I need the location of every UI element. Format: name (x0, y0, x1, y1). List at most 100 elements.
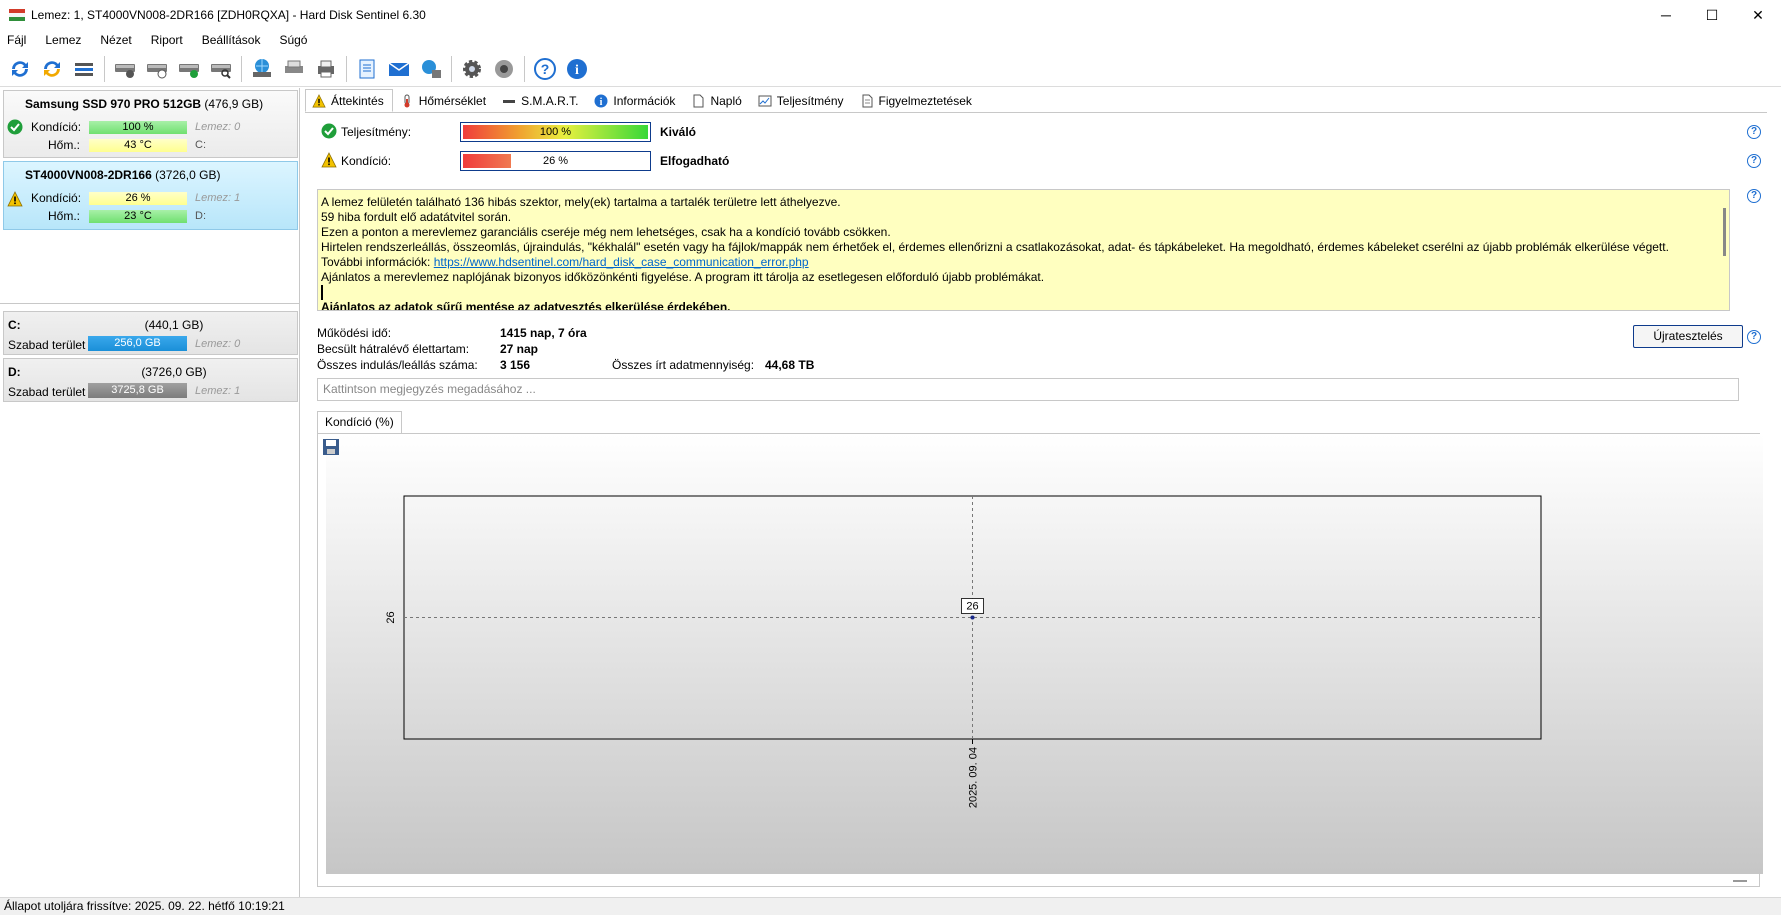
chart-plot: 26 2025. 09. 04 26 (385, 495, 1542, 808)
data-label: 26 (966, 601, 978, 613)
disk-search-icon[interactable] (207, 55, 235, 83)
status-bar: Állapot utoljára frissítve: 2025. 09. 22… (0, 897, 1781, 915)
menu-file[interactable]: Fájl (4, 33, 34, 47)
retest-button[interactable]: Újratesztelés (1633, 325, 1743, 348)
disk-card-1[interactable]: ST4000VN008-2DR166 (3726,0 GB) Kondíció:… (3, 161, 298, 230)
disk-name: Samsung SSD 970 PRO 512GB (476,9 GB) (25, 97, 264, 111)
disk-schedule-icon[interactable] (143, 55, 171, 83)
more-info-link[interactable]: https://www.hdsentinel.com/hard_disk_cas… (434, 255, 809, 269)
volume-size: (3726,0 GB) (141, 365, 207, 379)
network-icon[interactable] (417, 55, 445, 83)
condition-value: 26 % (542, 155, 569, 167)
condition-rating: Elfogadható (660, 154, 730, 168)
temp-bar: 43 °C (89, 138, 187, 152)
tab-temperature[interactable]: Hőmérséklet (393, 89, 495, 112)
menu-view[interactable]: Nézet (97, 33, 139, 47)
mail-icon[interactable] (385, 55, 413, 83)
menu-disk[interactable]: Lemez (42, 33, 89, 47)
title-bar: Lemez: 1, ST4000VN008-2DR166 [ZDH0RQXA] … (0, 0, 1781, 30)
volume-card-d[interactable]: D: (3726,0 GB) Szabad terület 3725,8 GB … (3, 358, 298, 402)
volume-name: C: (8, 318, 21, 332)
free-space-label: Szabad terület (8, 338, 86, 352)
resize-grip[interactable] (1733, 880, 1747, 882)
help-icon[interactable]: ? (1747, 189, 1761, 203)
volume-card-c[interactable]: C: (440,1 GB) Szabad terület 256,0 GB Le… (3, 311, 298, 355)
tab-alerts[interactable]: Figyelmeztetések (853, 89, 981, 112)
refresh-all-icon[interactable] (38, 55, 66, 83)
temp-label: Hőm.: (48, 138, 81, 152)
disk-ok-icon[interactable] (175, 55, 203, 83)
globe-disk-icon[interactable] (248, 55, 276, 83)
window-title: Lemez: 1, ST4000VN008-2DR166 [ZDH0RQXA] … (31, 8, 426, 22)
disk-test-icon[interactable] (111, 55, 139, 83)
tab-log[interactable]: Napló (684, 89, 750, 112)
starts-value: 3 156 (500, 358, 531, 372)
condition-label: Kondíció: (341, 154, 392, 168)
speaker-icon[interactable] (490, 55, 518, 83)
menu-report[interactable]: Riport (148, 33, 191, 47)
overview-panel: Teljesítmény: 100 % Kiváló Kondíció: 26 … (305, 112, 1767, 897)
condition-label: Kondíció: (31, 191, 82, 205)
more-info: További információk: https://www.hdsenti… (321, 255, 809, 269)
thermometer-icon (400, 94, 414, 108)
text-cursor (321, 285, 323, 300)
warning-icon (321, 152, 337, 171)
condition-bar: 100 % (89, 120, 187, 134)
starts-label: Összes indulás/leállás száma: (317, 358, 478, 372)
tab-overview[interactable]: Áttekintés (305, 89, 393, 112)
tab-performance[interactable]: Teljesítmény (751, 89, 853, 112)
lifetime-value: 27 nap (500, 342, 539, 356)
disk-name: ST4000VN008-2DR166 (3726,0 GB) (25, 168, 221, 182)
x-tick-label: 2025. 09. 04 (968, 747, 980, 808)
free-space-bar: 3725,8 GB (88, 383, 187, 398)
free-space-bar: 256,0 GB (88, 336, 187, 351)
help-icon[interactable]: ? (1747, 125, 1761, 139)
document-icon (691, 94, 705, 108)
print-icon[interactable] (312, 55, 340, 83)
volume-size: (440,1 GB) (144, 318, 204, 332)
log-icon[interactable] (353, 55, 381, 83)
lifetime-label: Becsült hátralévő élettartam: (317, 342, 470, 356)
free-space-label: Szabad terület (8, 385, 86, 399)
tab-smart[interactable]: S.M.A.R.T. (495, 89, 587, 112)
note-input[interactable]: Kattintson megjegyzés megadásához ... (317, 378, 1739, 401)
close-button[interactable]: ✕ (1735, 0, 1781, 30)
menu-bar: Fájl Lemez Nézet Riport Beállítások Súgó (0, 30, 1781, 50)
help-icon[interactable]: ? (1747, 330, 1761, 344)
minimize-button[interactable]: ─ (1643, 0, 1689, 30)
written-value: 44,68 TB (765, 358, 815, 372)
alerts-icon (860, 94, 874, 108)
temp-label: Hőm.: (48, 209, 81, 223)
disk-list-icon[interactable] (70, 55, 98, 83)
disk-report-icon[interactable] (280, 55, 308, 83)
info-icon[interactable]: i (563, 55, 591, 83)
tab-information[interactable]: i Információk (587, 89, 684, 112)
volume-name: D: (8, 365, 21, 379)
info-icon: i (594, 94, 608, 108)
message-line: Ezen a ponton a merevlemez garanciális c… (321, 225, 891, 239)
performance-rating: Kiváló (660, 125, 697, 139)
help-icon[interactable]: ? (531, 55, 559, 83)
drive-letter: C: (195, 139, 206, 151)
chart-tab-condition[interactable]: Kondíció (%) (317, 411, 402, 433)
refresh-icon[interactable] (6, 55, 34, 83)
menu-settings[interactable]: Beállítások (199, 33, 269, 47)
gear-icon[interactable] (458, 55, 486, 83)
menu-help[interactable]: Súgó (276, 33, 315, 47)
app-icon (9, 9, 25, 21)
svg-text:i: i (600, 97, 603, 108)
maximize-button[interactable]: ☐ (1689, 0, 1735, 30)
disk-card-0[interactable]: Samsung SSD 970 PRO 512GB (476,9 GB) Kon… (3, 90, 298, 158)
help-icon[interactable]: ? (1747, 154, 1761, 168)
svg-text:i: i (575, 63, 579, 78)
disk-index: Lemez: 1 (195, 192, 241, 204)
backup-advice: Ajánlatos az adatok sűrű mentése az adat… (321, 300, 731, 311)
condition-label: Kondíció: (31, 120, 82, 134)
tab-bar: Áttekintés Hőmérséklet S.M.A.R.T. i Info… (305, 89, 981, 113)
message-line: Hirtelen rendszerleállás, összeomlás, új… (321, 240, 1669, 254)
warning-icon (312, 93, 326, 108)
performance-label: Teljesítmény: (341, 125, 412, 139)
message-line: 59 hiba fordult elő adatátvitel során. (321, 210, 512, 224)
svg-text:?: ? (541, 61, 550, 77)
message-scrollbar[interactable] (1723, 208, 1726, 256)
